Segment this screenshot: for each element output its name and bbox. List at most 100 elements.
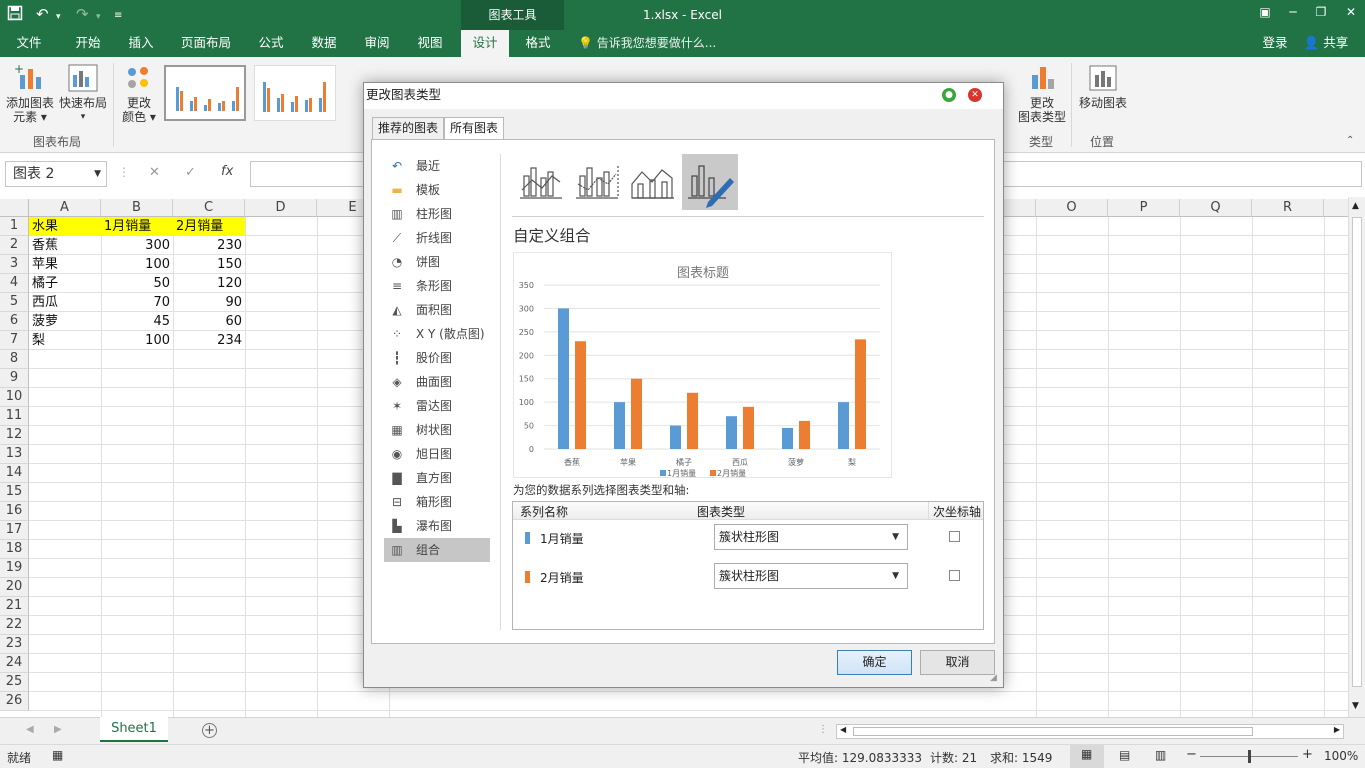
cancel-button[interactable]: 取消 [920, 650, 995, 675]
horizontal-scroll-thumb[interactable] [853, 727, 1253, 736]
series-1-secondary-axis-checkbox[interactable] [949, 531, 960, 542]
cell-a1[interactable]: 水果 [29, 217, 101, 236]
row-header-25[interactable]: 25 [0, 673, 29, 692]
column-header-o[interactable]: O [1036, 199, 1108, 217]
page-break-view-icon[interactable]: ▥ [1155, 748, 1166, 762]
nav-item-area-chart[interactable]: ◭ 面积图 [384, 298, 490, 322]
nav-item-line-chart[interactable]: ⟋ 折线图 [384, 226, 490, 250]
dialog-help-icon[interactable]: ● [942, 88, 956, 102]
row-header-24[interactable]: 24 [0, 654, 29, 673]
quick-layout-button[interactable]: 快速布局 ▾ [58, 63, 108, 124]
redo-icon[interactable]: ↷ [76, 5, 89, 23]
vertical-scrollbar[interactable]: ▲ ▼ [1348, 197, 1365, 717]
next-sheet-icon[interactable]: ▶ [54, 724, 62, 735]
restore-icon[interactable]: ▣ [1250, 0, 1280, 26]
nav-item-box-whisker-chart[interactable]: ⊟ 箱形图 [384, 490, 490, 514]
column-header-b[interactable]: B [101, 199, 173, 217]
insert-function-icon[interactable]: fx [221, 164, 233, 179]
chart-style-1[interactable] [164, 65, 246, 121]
series-2-chart-type-select[interactable]: 簇状柱形图 ▼ [714, 563, 908, 589]
row-header-12[interactable]: 12 [0, 426, 29, 445]
row-header-6[interactable]: 6 [0, 312, 29, 331]
series-2-secondary-axis-checkbox[interactable] [949, 570, 960, 581]
cell-a7[interactable]: 梨 [29, 331, 101, 350]
cell-c4[interactable]: 120 [173, 274, 245, 293]
nav-item-recent[interactable]: ↶ 最近 [384, 154, 490, 178]
resize-grip-icon[interactable]: ◢ [990, 673, 997, 683]
cell-a5[interactable]: 西瓜 [29, 293, 101, 312]
nav-item-pie-chart[interactable]: ◔ 饼图 [384, 250, 490, 274]
zoom-in-icon[interactable]: + [1302, 747, 1313, 762]
nav-item-stock-chart[interactable]: ┇ 股价图 [384, 346, 490, 370]
ok-button[interactable]: 确定 [837, 650, 912, 675]
name-box-dropdown-icon[interactable]: ▼ [94, 162, 101, 186]
zoom-out-icon[interactable]: − [1186, 747, 1197, 762]
cell-b1[interactable]: 1月销量 [101, 217, 173, 236]
row-header-20[interactable]: 20 [0, 578, 29, 597]
column-header-d[interactable]: D [245, 199, 317, 217]
column-header-q[interactable]: Q [1180, 199, 1252, 217]
tab-split-handle[interactable]: ⋮ [818, 724, 828, 735]
nav-item-waterfall-chart[interactable]: ▙ 瀑布图 [384, 514, 490, 538]
tab-home[interactable]: 开始 [64, 30, 112, 57]
nav-item-folder[interactable]: ▬ 模板 [384, 178, 490, 202]
login-link[interactable]: 登录 [1258, 30, 1292, 57]
cell-b5[interactable]: 70 [101, 293, 173, 312]
cell-c7[interactable]: 234 [173, 331, 245, 350]
nav-item-treemap-chart[interactable]: ▦ 树状图 [384, 418, 490, 442]
column-header-s[interactable] [1324, 199, 1348, 217]
move-chart-button[interactable]: 移动图表 [1076, 63, 1130, 110]
change-chart-type-button[interactable]: 更改 图表类型 [1017, 63, 1067, 124]
undo-dropdown-icon[interactable]: ▾ [56, 8, 61, 26]
cell-b4[interactable]: 50 [101, 274, 173, 293]
column-header-r[interactable]: R [1252, 199, 1324, 217]
scroll-left-icon[interactable]: ◀ [840, 725, 846, 734]
row-header-7[interactable]: 7 [0, 331, 29, 350]
row-header-15[interactable]: 15 [0, 483, 29, 502]
row-header-13[interactable]: 13 [0, 445, 29, 464]
add-sheet-icon[interactable]: + [202, 723, 217, 738]
tab-recommended-charts[interactable]: 推荐的图表 [372, 117, 445, 139]
redo-dropdown-icon[interactable]: ▾ [96, 8, 101, 26]
macro-record-icon[interactable]: ▦ [52, 748, 63, 762]
zoom-level[interactable]: 100% [1324, 749, 1358, 763]
nav-item-radar-chart[interactable]: ✶ 雷达图 [384, 394, 490, 418]
change-colors-button[interactable]: 更改 颜色 ▾ [118, 63, 160, 124]
select-all-corner[interactable] [0, 199, 29, 217]
row-header-9[interactable]: 9 [0, 369, 29, 388]
tab-formulas[interactable]: 公式 [248, 30, 294, 57]
cell-a2[interactable]: 香蕉 [29, 236, 101, 255]
undo-icon[interactable]: ↶ [36, 5, 49, 23]
add-chart-element-button[interactable]: + 添加图表 元素 ▾ [4, 62, 56, 124]
scroll-up-icon[interactable]: ▲ [1352, 201, 1359, 211]
cell-b2[interactable]: 300 [101, 236, 173, 255]
tab-format[interactable]: 格式 [515, 30, 561, 57]
row-header-11[interactable]: 11 [0, 407, 29, 426]
share-button[interactable]: 👤 共享 [1300, 30, 1352, 57]
cell-b7[interactable]: 100 [101, 331, 173, 350]
cell-a6[interactable]: 菠萝 [29, 312, 101, 331]
row-header-16[interactable]: 16 [0, 502, 29, 521]
row-header-3[interactable]: 3 [0, 255, 29, 274]
row-header-1[interactable]: 1 [0, 217, 29, 236]
cell-a3[interactable]: 苹果 [29, 255, 101, 274]
close-icon[interactable]: ✕ [1336, 0, 1365, 26]
column-header-p[interactable]: P [1108, 199, 1180, 217]
combo-stacked-area-column[interactable] [626, 154, 682, 210]
nav-item-surface-chart[interactable]: ◈ 曲面图 [384, 370, 490, 394]
row-header-23[interactable]: 23 [0, 635, 29, 654]
nav-item-scatter-chart[interactable]: ⁘ X Y (散点图) [384, 322, 490, 346]
tab-review[interactable]: 审阅 [354, 30, 400, 57]
row-header-8[interactable]: 8 [0, 350, 29, 369]
scroll-down-icon[interactable]: ▼ [1352, 701, 1359, 711]
cell-c1[interactable]: 2月销量 [173, 217, 245, 236]
cell-c5[interactable]: 90 [173, 293, 245, 312]
zoom-slider-thumb[interactable] [1248, 750, 1251, 763]
nav-item-sunburst-chart[interactable]: ◉ 旭日图 [384, 442, 490, 466]
row-header-17[interactable]: 17 [0, 521, 29, 540]
nav-item-column-chart[interactable]: ▥ 柱形图 [384, 202, 490, 226]
sheet-tab-sheet1[interactable]: Sheet1 [100, 717, 168, 742]
tab-file[interactable]: 文件 [6, 30, 52, 57]
cell-a4[interactable]: 橘子 [29, 274, 101, 293]
scroll-right-icon[interactable]: ▶ [1334, 725, 1340, 734]
